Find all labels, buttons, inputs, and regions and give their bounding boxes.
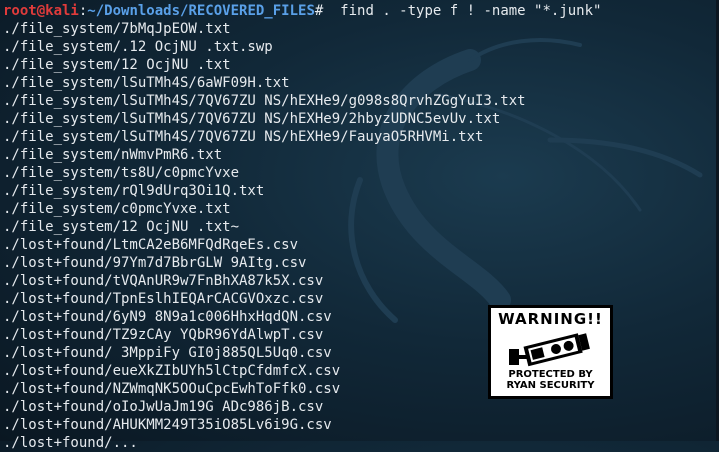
warning-line-1: PROTECTED BY <box>508 369 593 380</box>
output-line: ./lost+found/tVQAnUR9w7FnBhXA87k5X.csv <box>3 273 324 289</box>
warning-line-2: RYAN SECURITY <box>506 380 595 391</box>
output-line: ./file_system/ts8U/c0pmcYvxe <box>3 165 240 181</box>
output-line: ./file_system/7bMqJpEOW.txt <box>3 21 231 37</box>
warning-title: WARNING!! <box>498 310 603 328</box>
output-line: ./file_system/nWmvPmR6.txt <box>3 147 223 163</box>
output-line: ./lost+found/97Ym7d7BbrGLW 9AItg.csv <box>3 255 307 271</box>
output-line: ./file_system/rQl9dUrq3Oi1Q.txt <box>3 183 265 199</box>
output-line: ./file_system/12 OcjNU .txt~ <box>3 219 240 235</box>
output-line: ./lost+found/AHUKMM249T35iO85Lv6i9G.csv <box>3 417 332 433</box>
output-line: ./lost+found/LtmCA2eB6MFQdRqeEs.csv <box>3 237 299 253</box>
prompt-user: root@kali <box>3 3 79 19</box>
prompt-path: ~/Downloads/RECOVERED_FILES <box>87 3 315 19</box>
warning-sign: WARNING!! PROTECTED BY RYAN SECURITY <box>488 305 613 399</box>
output-line: ./file_system/c0pmcYvxe.txt <box>3 201 231 217</box>
command-text: find . -type f ! -name "*.junk" <box>323 3 602 19</box>
output-line: ./lost+found/... <box>3 435 138 451</box>
output-line: ./file_system/lSuTMh4S/7QV67ZU NS/hEXHe9… <box>3 111 501 127</box>
output-line: ./lost+found/oIoJwUaJm19G ADc986jB.csv <box>3 399 324 415</box>
command-prompt-line: root@kali:~/Downloads/RECOVERED_FILES# f… <box>3 2 719 20</box>
output-line: ./file_system/12 OcjNU .txt <box>3 57 231 73</box>
output-line: ./file_system/lSuTMh4S/7QV67ZU NS/hEXHe9… <box>3 93 526 109</box>
output-line: ./file_system/lSuTMh4S/6aWF09H.txt <box>3 75 290 91</box>
output-line: ./file_system/.12 OcjNU .txt.swp <box>3 39 273 55</box>
security-camera-icon <box>508 333 590 367</box>
output-line: ./file_system/lSuTMh4S/7QV67ZU NS/hEXHe9… <box>3 129 484 145</box>
